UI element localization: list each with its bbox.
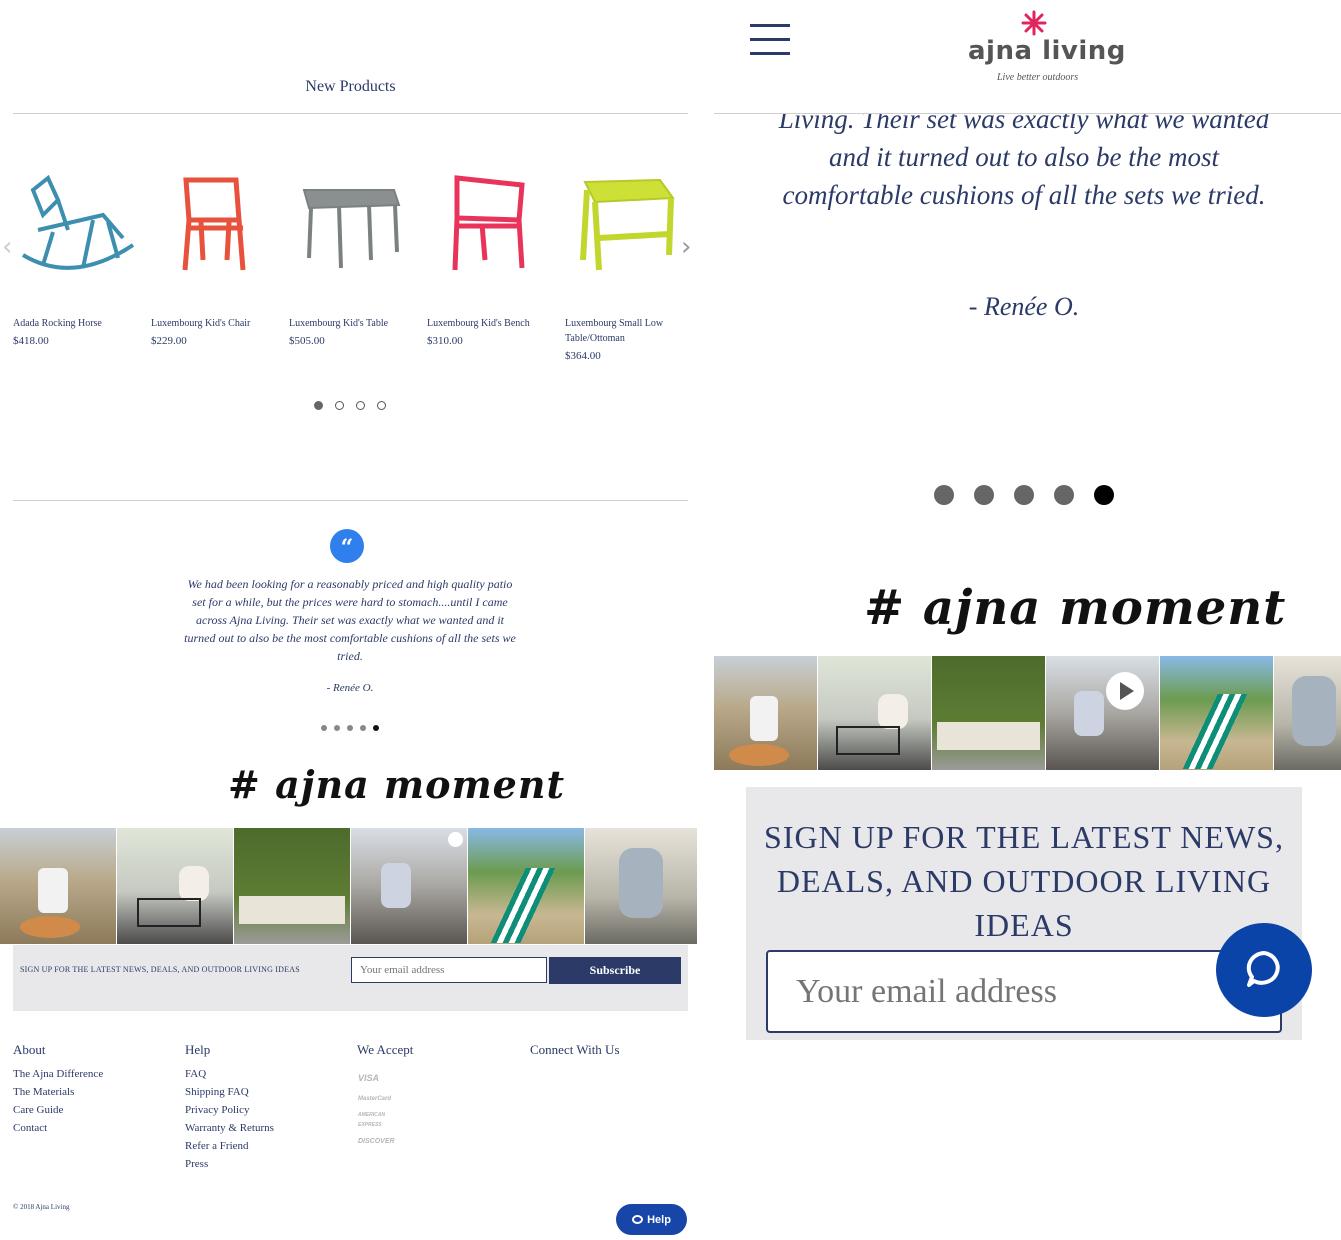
newsletter-heading: SIGN UP FOR THE LATEST NEWS, DEALS, AND …: [764, 819, 1284, 943]
prev-arrow-icon[interactable]: ‹: [2, 232, 12, 262]
brand-tagline: Live better outdoors: [997, 72, 1079, 83]
instagram-photo[interactable]: [1274, 656, 1341, 770]
mastercard-icon: MasterCard: [358, 1096, 392, 1102]
product-image[interactable]: [565, 160, 695, 290]
newsletter-label: SIGN UP FOR THE LATEST NEWS, DEALS, AND …: [20, 965, 300, 974]
product-card[interactable]: Luxembourg Kid's Table $505.00: [289, 160, 419, 347]
product-name[interactable]: Adada Rocking Horse: [13, 316, 143, 331]
carousel-dot[interactable]: [377, 401, 386, 410]
carousel-dot[interactable]: [356, 401, 365, 410]
product-price: $364.00: [565, 350, 601, 362]
footer-link[interactable]: Shipping FAQ: [185, 1086, 249, 1098]
testimonial-dot[interactable]: [373, 725, 379, 731]
product-card[interactable]: Luxembourg Kid's Chair $229.00: [151, 160, 281, 347]
flower-logo-icon: [1019, 8, 1049, 38]
product-card[interactable]: Luxembourg Small Low Table/Ottoman $364.…: [565, 160, 695, 362]
product-image[interactable]: [427, 160, 557, 290]
instagram-photo[interactable]: [468, 828, 584, 944]
discover-icon: DISCOVER: [358, 1138, 395, 1145]
instagram-photo[interactable]: [234, 828, 350, 944]
instagram-photo[interactable]: [351, 828, 467, 944]
product-price: $229.00: [151, 335, 187, 347]
product-name[interactable]: Luxembourg Kid's Bench: [427, 316, 557, 331]
footer-link[interactable]: Privacy Policy: [185, 1104, 249, 1116]
testimonial-dot[interactable]: [974, 485, 994, 505]
carousel-dot[interactable]: [314, 401, 323, 410]
testimonial-author: - Renée O.: [326, 682, 374, 694]
carousel-dot[interactable]: [335, 401, 344, 410]
footer-link[interactable]: The Ajna Difference: [13, 1068, 103, 1080]
divider: [13, 113, 688, 114]
footer-link[interactable]: The Materials: [13, 1086, 74, 1098]
footer-link[interactable]: Press: [185, 1158, 208, 1170]
instagram-photo[interactable]: [585, 828, 697, 944]
footer-link[interactable]: FAQ: [185, 1068, 206, 1080]
testimonial-dot[interactable]: [934, 485, 954, 505]
instagram-photo[interactable]: [1046, 656, 1159, 770]
ajna-moment-hashtag: # ajna moment: [864, 580, 1287, 636]
footer-link[interactable]: Care Guide: [13, 1104, 63, 1116]
product-price: $310.00: [427, 335, 463, 347]
testimonial-dot[interactable]: [1014, 485, 1034, 505]
testimonial-dot[interactable]: [321, 725, 327, 731]
payment-cards: VISA MasterCard AMERICAN EXPRESS DISCOVE…: [358, 1068, 398, 1152]
chat-bubble-icon: [632, 1214, 644, 1224]
instagram-photo[interactable]: [0, 828, 116, 944]
new-products-title: New Products: [305, 78, 396, 95]
testimonial-dot[interactable]: [360, 725, 366, 731]
footer-help-title: Help: [185, 1042, 211, 1057]
instagram-photo[interactable]: [818, 656, 931, 770]
product-name[interactable]: Luxembourg Kid's Table: [289, 316, 419, 331]
instagram-photo[interactable]: [932, 656, 1045, 770]
footer-link[interactable]: Contact: [13, 1122, 47, 1134]
help-label: Help: [647, 1213, 671, 1226]
amex-icon: AMERICAN EXPRESS: [358, 1112, 385, 1128]
product-price: $505.00: [289, 335, 325, 347]
desktop-page: New Products ‹ › Adada Rocking Horse $41…: [0, 0, 700, 1240]
divider: [13, 500, 688, 501]
testimonial-text: We had been looking for a reasonably pri…: [184, 577, 516, 663]
video-play-icon[interactable]: [1106, 672, 1144, 710]
product-card[interactable]: Adada Rocking Horse $418.00: [13, 160, 143, 347]
help-chat-button[interactable]: [1216, 923, 1312, 1017]
footer-connect-title: Connect With Us: [530, 1042, 620, 1057]
ajna-moment-hashtag: # ajna moment: [228, 762, 566, 807]
email-field[interactable]: [351, 957, 547, 983]
testimonial-dot[interactable]: [1054, 485, 1074, 505]
help-button[interactable]: Help: [616, 1204, 687, 1235]
hamburger-icon[interactable]: [750, 24, 790, 56]
copyright: © 2018 Ajna Living: [13, 1203, 70, 1211]
divider: [714, 113, 1341, 114]
instagram-photo[interactable]: [714, 656, 817, 770]
product-name[interactable]: Luxembourg Small Low Table/Ottoman: [565, 316, 695, 346]
mobile-page: Living. Their set was exactly what we wa…: [714, 0, 1341, 1240]
testimonial-dot[interactable]: [334, 725, 340, 731]
product-image[interactable]: [289, 160, 419, 290]
visa-icon: VISA: [358, 1073, 380, 1083]
testimonial-text-large: Living. Their set was exactly what we wa…: [778, 104, 1270, 210]
instagram-photo[interactable]: [117, 828, 233, 944]
newsletter-bar: SIGN UP FOR THE LATEST NEWS, DEALS, AND …: [13, 945, 688, 1011]
footer-accept-title: We Accept: [357, 1042, 414, 1057]
product-name[interactable]: Luxembourg Kid's Chair: [151, 316, 281, 331]
footer-link[interactable]: Warranty & Returns: [185, 1122, 274, 1134]
testimonial-dot[interactable]: [347, 725, 353, 731]
footer-about-title: About: [13, 1042, 46, 1057]
instagram-photo[interactable]: [1160, 656, 1273, 770]
testimonial-dot[interactable]: [1094, 485, 1114, 505]
newsletter-box: SIGN UP FOR THE LATEST NEWS, DEALS, AND …: [746, 787, 1302, 1040]
brand-logo[interactable]: ajna living: [968, 36, 1126, 66]
video-play-icon[interactable]: [448, 832, 463, 847]
quote-icon: “: [330, 529, 364, 563]
subscribe-button[interactable]: Subscribe: [549, 957, 681, 984]
product-image[interactable]: [13, 160, 143, 290]
email-field[interactable]: [766, 950, 1282, 1033]
chat-bubble-icon: [1246, 950, 1280, 987]
testimonial-author-large: - Renée O.: [968, 292, 1080, 321]
product-card[interactable]: Luxembourg Kid's Bench $310.00: [427, 160, 557, 347]
footer-link[interactable]: Refer a Friend: [185, 1140, 249, 1152]
product-image[interactable]: [151, 160, 281, 290]
product-price: $418.00: [13, 335, 49, 347]
